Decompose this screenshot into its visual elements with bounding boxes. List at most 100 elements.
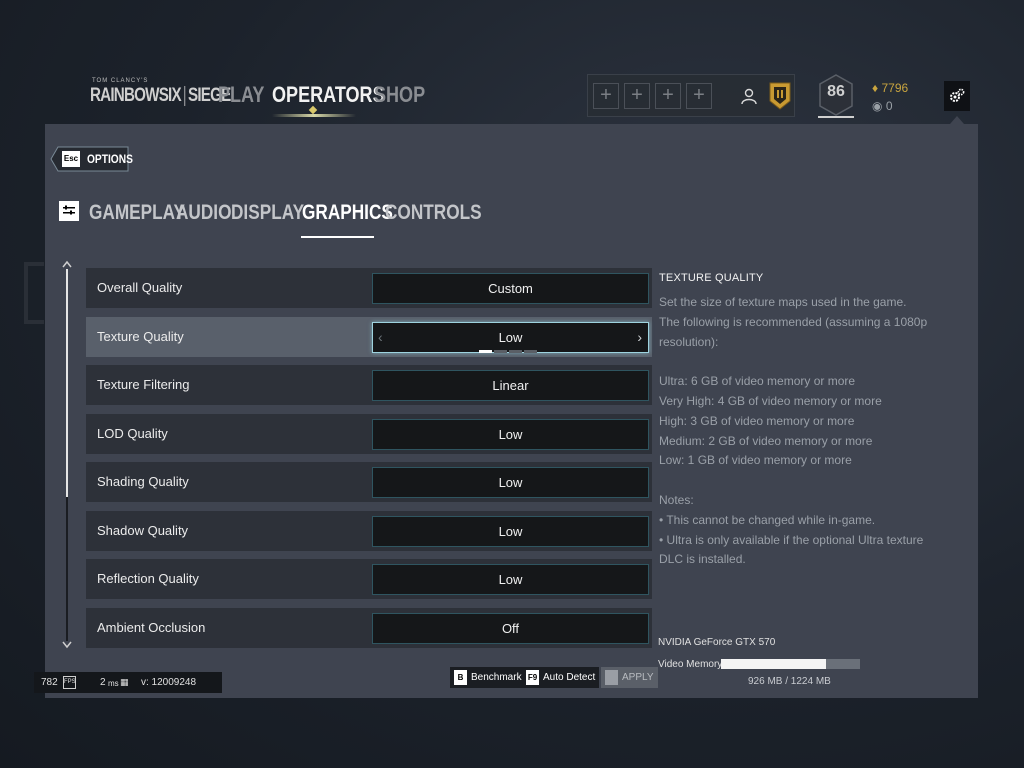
version-text: v: 12009248 <box>141 677 197 688</box>
setting-row-shading-quality[interactable]: Shading Quality Low <box>86 462 652 502</box>
performance-stats-bar: 782 FPS 2 ms ▦ v: 12009248 <box>34 672 222 693</box>
recommendation-low: Low: 1 GB of video memory or more <box>659 453 852 468</box>
note-2: • Ultra is only available if the optiona… <box>659 532 924 567</box>
credits-amount: 0 <box>885 99 893 113</box>
esc-key: Esc <box>62 151 80 167</box>
setting-label: Reflection Quality <box>97 571 199 586</box>
player-level-badge[interactable]: 86 <box>818 74 854 118</box>
scrollbar-thumb[interactable] <box>66 269 68 497</box>
video-memory-text: 926 MB / 1224 MB <box>748 676 831 687</box>
settings-button[interactable] <box>944 81 970 111</box>
setting-label: Texture Filtering <box>97 377 190 392</box>
nav-play[interactable]: PLAY <box>218 82 264 108</box>
squad-slot-1[interactable]: + <box>593 83 619 109</box>
setting-value: Low <box>498 426 523 442</box>
credits-display: ◉ 0 <box>872 99 893 113</box>
setting-value-selector[interactable]: Off <box>372 612 649 644</box>
renown-amount: 7796 <box>881 81 909 95</box>
tab-display[interactable]: DISPLAY <box>231 201 304 225</box>
scroll-up-icon[interactable] <box>61 259 73 269</box>
notes-title: Notes: <box>659 492 694 507</box>
auto-detect-key: F9 <box>526 670 539 685</box>
setting-value: Linear <box>492 378 529 393</box>
rank-badge-icon[interactable] <box>768 81 792 111</box>
profile-icon[interactable] <box>740 87 758 105</box>
apply-label: APPLY <box>622 672 654 683</box>
options-tabs-icon <box>59 201 79 221</box>
auto-detect-label: Auto Detect <box>543 672 596 683</box>
setting-row-lod-quality[interactable]: LOD Quality Low <box>86 413 652 454</box>
level-progress-bar <box>818 116 854 118</box>
credits-icon: ◉ <box>872 99 883 113</box>
renown-icon: ♦ <box>872 81 879 95</box>
settings-caret <box>950 116 964 124</box>
setting-label: Shadow Quality <box>97 522 189 538</box>
setting-row-ambient-occlusion[interactable]: Ambient Occlusion Off <box>86 607 652 648</box>
back-label: OPTIONS <box>87 152 133 166</box>
decorative-bracket <box>24 262 44 324</box>
setting-value-selector[interactable]: Low <box>372 564 649 595</box>
squad-slot-4[interactable]: + <box>686 83 712 109</box>
video-memory-bar <box>721 659 860 669</box>
setting-value: Low <box>498 523 523 539</box>
setting-value-selector[interactable]: Low <box>372 418 649 450</box>
setting-row-reflection-quality[interactable]: Reflection Quality Low <box>86 559 652 599</box>
nav-operators[interactable]: OPERATORS <box>272 82 385 108</box>
setting-value: Custom <box>488 281 533 296</box>
setting-row-texture-quality[interactable]: Texture Quality ‹ Low › <box>86 316 652 357</box>
tab-graphics[interactable]: GRAPHICS <box>302 201 393 225</box>
setting-label: Shading Quality <box>97 474 189 489</box>
next-option-arrow-icon[interactable]: › <box>637 329 642 345</box>
renown-display: ♦ 7796 <box>872 81 908 95</box>
tab-controls[interactable]: CONTROLS <box>385 201 482 225</box>
setting-row-shadow-quality[interactable]: Shadow Quality Low <box>86 510 652 551</box>
setting-value-selector[interactable]: ‹ Low › <box>372 321 649 353</box>
fps-value: 782 <box>41 677 58 688</box>
squad-slot-3[interactable]: + <box>655 83 681 109</box>
setting-row-texture-filtering[interactable]: Texture Filtering Linear <box>86 365 652 405</box>
settings-list: Overall Quality Custom Texture Quality ‹… <box>86 268 652 656</box>
pager-segment <box>509 349 522 353</box>
setting-value-selector[interactable]: Linear <box>372 370 649 401</box>
setting-row-overall-quality[interactable]: Overall Quality Custom <box>86 268 652 308</box>
description-intro: Set the size of texture maps used in the… <box>659 295 928 349</box>
logo-text-left: RAINBOWSIX <box>90 85 182 106</box>
benchmark-button[interactable]: B Benchmark <box>450 667 526 688</box>
gear-icon <box>950 88 965 102</box>
setting-value-selector[interactable]: Low <box>372 515 649 547</box>
tab-gameplay[interactable]: GAMEPLAY <box>89 201 185 225</box>
pager-segment <box>479 349 492 353</box>
signal-icon: ▦ <box>120 677 129 687</box>
gpu-name: NVIDIA GeForce GTX 570 <box>658 637 776 648</box>
player-level: 86 <box>827 83 845 100</box>
setting-label: Ambient Occlusion <box>97 619 206 635</box>
nav-shop[interactable]: SHOP <box>374 82 425 108</box>
apply-key <box>605 670 618 685</box>
setting-value: Low <box>498 475 523 490</box>
options-back-button[interactable]: Esc OPTIONS <box>50 146 133 172</box>
setting-description: TEXTURE QUALITY Set the size of texture … <box>659 272 929 570</box>
setting-value-selector[interactable]: Custom <box>372 273 649 304</box>
ping-value: 2 <box>100 677 106 688</box>
squad-slot-2[interactable]: + <box>624 83 650 109</box>
nav-active-underline <box>272 114 356 117</box>
setting-label: Overall Quality <box>97 280 183 295</box>
scroll-down-icon[interactable] <box>61 640 73 650</box>
pager-segment <box>494 349 507 353</box>
benchmark-label: Benchmark <box>471 672 522 683</box>
note-1: • This cannot be changed while in-game. <box>659 512 876 527</box>
recommendation-ultra: Ultra: 6 GB of video memory or more <box>659 374 856 389</box>
setting-value-selector[interactable]: Low <box>372 467 649 498</box>
description-title: TEXTURE QUALITY <box>659 272 764 284</box>
setting-value: Low <box>498 572 523 587</box>
apply-button[interactable]: APPLY <box>601 667 658 688</box>
auto-detect-button[interactable]: F9 Auto Detect <box>522 667 600 688</box>
option-pager <box>479 349 537 353</box>
setting-value: Off <box>501 620 520 636</box>
squad-panel: + + + + <box>587 74 795 117</box>
game-logo: TOM CLANCY'S RAINBOWSIX SIEGE <box>90 78 231 110</box>
tab-audio[interactable]: AUDIO <box>176 201 231 225</box>
setting-label: LOD Quality <box>97 425 168 441</box>
setting-label: Texture Quality <box>97 328 184 344</box>
logo-small-text: TOM CLANCY'S <box>92 78 149 84</box>
